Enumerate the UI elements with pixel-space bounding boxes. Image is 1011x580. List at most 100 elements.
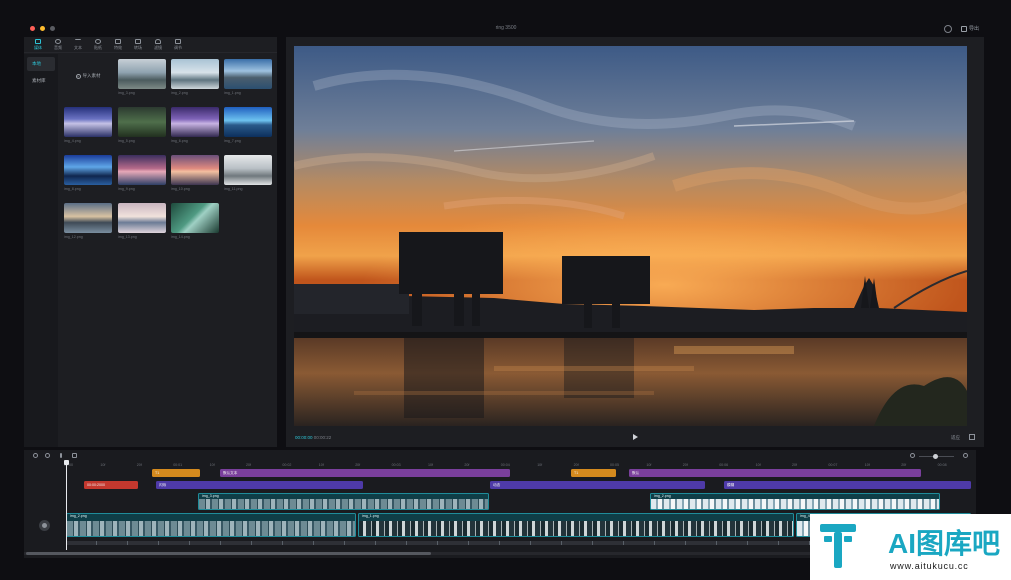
media-thumbnail[interactable] <box>64 203 112 233</box>
ruler-tick-label: 10f <box>209 463 215 467</box>
aspect-ratio-select[interactable]: 适应 <box>951 435 960 441</box>
tab-filter[interactable]: 滤镜 <box>148 37 168 53</box>
history-icon[interactable] <box>943 24 952 33</box>
tab-text[interactable]: 文本 <box>68 37 88 53</box>
site-watermark: AI图库吧 www.aitukucu.cc <box>810 514 1011 580</box>
media-panel: 媒体 音频 文本 贴纸 特效 转场 滤镜 调节 本地 素材库 + 导入素材 im… <box>24 37 277 447</box>
ruler-tick-label: 20f <box>136 463 142 467</box>
main-video-clip[interactable]: img_2.png <box>66 513 356 537</box>
text-icon <box>75 39 81 44</box>
media-thumbnail[interactable] <box>118 203 166 233</box>
preview-canvas[interactable] <box>294 46 967 426</box>
tab-effects[interactable]: 特效 <box>108 37 128 53</box>
media-thumbnail[interactable] <box>118 155 166 185</box>
media-thumbnail[interactable] <box>64 107 112 137</box>
ruler-tick-label: 10f <box>428 463 433 467</box>
sticker-clip[interactable]: 00:00:2000 <box>84 481 138 489</box>
media-thumbnail[interactable] <box>171 107 219 137</box>
clip-filmstrip <box>651 498 939 509</box>
main-video-clip[interactable]: img_1.png <box>358 513 794 537</box>
import-label: 导入素材 <box>82 73 101 78</box>
sunset-cityscape-image <box>294 46 967 426</box>
plus-icon: + <box>75 73 81 79</box>
media-label: img_1.png <box>224 91 241 95</box>
clip-filmstrip <box>67 520 355 536</box>
watermark-name: AI图库吧 <box>888 528 1001 559</box>
media-thumbnail[interactable] <box>224 59 272 89</box>
clip-label: img_3.png <box>202 494 219 498</box>
tab-media[interactable]: 媒体 <box>28 37 48 53</box>
ruler-tick-label: 00:03 <box>391 463 401 467</box>
split-icon[interactable] <box>60 453 62 458</box>
media-thumbnail[interactable] <box>171 59 219 89</box>
clip-label: img_1.png <box>362 514 379 518</box>
effects-icon <box>115 39 121 44</box>
ruler-tick-label: 10f <box>318 463 324 467</box>
tab-audio[interactable]: 音频 <box>48 37 68 53</box>
tab-sticker[interactable]: 贴纸 <box>88 37 108 53</box>
effect-clip[interactable]: 闪烁 <box>156 481 363 489</box>
ruler-tick-label: 20f <box>464 463 470 467</box>
text-clip[interactable]: 默认文本 <box>220 469 510 477</box>
media-label: img_10.png <box>171 187 190 191</box>
media-thumbnail[interactable] <box>64 155 112 185</box>
redo-icon[interactable] <box>45 453 50 458</box>
timeline-toolbar <box>24 450 976 462</box>
ruler-tick-label: 00:05 <box>610 463 619 467</box>
overlay-video-clip[interactable]: img_3.png <box>198 493 489 510</box>
adjust-icon <box>175 39 181 44</box>
text-clip[interactable]: 默认 <box>629 469 921 477</box>
media-label: img_14.png <box>171 235 190 239</box>
undo-icon[interactable] <box>33 453 38 458</box>
media-thumbnail[interactable] <box>118 107 166 137</box>
sidebar-item-library[interactable]: 素材库 <box>27 74 55 88</box>
magnet-icon[interactable] <box>910 453 915 458</box>
media-thumbnail[interactable] <box>171 203 219 233</box>
cover-button[interactable] <box>39 520 50 531</box>
tab-transition[interactable]: 转场 <box>128 37 148 53</box>
scrollbar-thumb[interactable] <box>26 552 431 555</box>
text-clip[interactable]: T1 <box>571 469 616 477</box>
import-media-button[interactable]: + 导入素材 <box>64 59 112 93</box>
ruler-tick-label: 00:06 <box>719 463 729 467</box>
ruler-tick-label: 10f <box>864 463 870 467</box>
ruler-tick-label: 10f <box>100 463 106 467</box>
media-thumbnail[interactable] <box>224 155 272 185</box>
titlebar-actions: 导出 <box>943 24 982 33</box>
overlay-video-clip[interactable]: img_2.png <box>650 493 940 510</box>
fullscreen-icon[interactable] <box>969 434 975 440</box>
zoom-slider[interactable] <box>919 454 954 459</box>
ruler-tick-label: 00:04 <box>500 463 510 467</box>
media-thumbnail[interactable] <box>224 107 272 137</box>
export-button[interactable]: 导出 <box>958 24 982 33</box>
zoom-slider-handle[interactable] <box>933 454 938 459</box>
media-source-nav: 本地 素材库 <box>24 54 58 447</box>
tab-adjust[interactable]: 调节 <box>168 37 188 53</box>
preview-player: 00:00:00 00:00:22 适应 <box>286 37 984 447</box>
current-time: 00:00:00 <box>295 435 313 440</box>
sidebar-item-local[interactable]: 本地 <box>27 57 55 71</box>
media-thumbnail[interactable] <box>171 155 219 185</box>
media-label: img_2.png <box>171 91 188 95</box>
effect-clip[interactable]: 模糊 <box>724 481 971 489</box>
transition-icon <box>135 39 141 44</box>
effect-clip[interactable]: 动态 <box>490 481 705 489</box>
ruler-tick-label: 00:08 <box>937 463 947 467</box>
asset-toolbar: 媒体 音频 文本 贴纸 特效 转场 滤镜 调节 <box>24 37 277 53</box>
ruler-tick-label: 10f <box>755 463 761 467</box>
play-button[interactable] <box>633 434 638 440</box>
playhead[interactable] <box>66 460 67 550</box>
text-clip[interactable]: T1 <box>152 469 200 477</box>
clip-filmstrip <box>199 498 488 509</box>
ruler-tick-label: 20f <box>355 463 361 467</box>
media-label: img_6.png <box>171 139 188 143</box>
export-label: 导出 <box>968 26 979 32</box>
ruler-tick-label: 00:01 <box>173 463 183 467</box>
media-thumbnail[interactable] <box>118 59 166 89</box>
clip-label: img_2.png <box>654 494 671 498</box>
fit-icon[interactable] <box>963 453 968 458</box>
media-label: img_13.png <box>118 235 137 239</box>
player-controls: 00:00:00 00:00:22 适应 <box>286 430 984 446</box>
ruler-tick-label: 10f <box>537 463 543 467</box>
delete-icon[interactable] <box>72 453 77 458</box>
